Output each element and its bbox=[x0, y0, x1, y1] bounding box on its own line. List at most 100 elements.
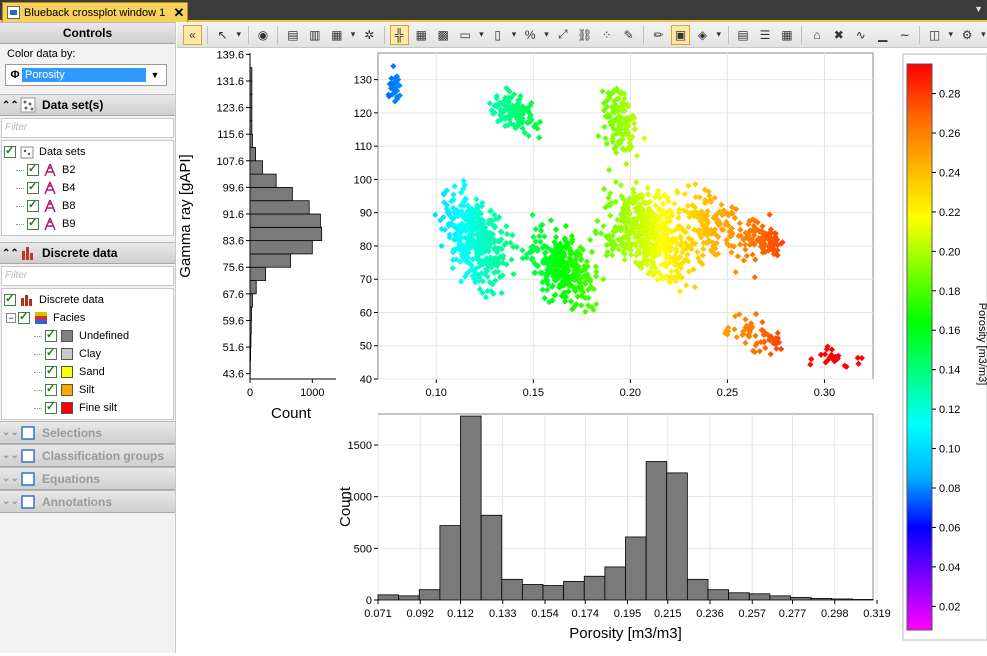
crossplot-canvas[interactable]: 0.100.150.200.250.3040506070809010011012… bbox=[177, 48, 987, 653]
expand-icon[interactable]: ⌄⌄ bbox=[2, 427, 16, 438]
facies-item-checkbox[interactable] bbox=[45, 348, 57, 360]
facies-item-label: Sand bbox=[79, 366, 105, 378]
border-icon[interactable]: ▯ bbox=[488, 25, 507, 45]
dropdown-icon[interactable]: ▾ bbox=[235, 25, 243, 45]
crossplot-y-tick-label: 60 bbox=[360, 307, 372, 319]
dataset-checkbox[interactable] bbox=[27, 218, 39, 230]
facies-item-silt[interactable]: Silt bbox=[2, 381, 173, 399]
section-header-annotations[interactable]: ⌄⌄ Annotations bbox=[0, 490, 175, 513]
export-icon[interactable]: ▦ bbox=[327, 25, 346, 45]
toolbar-separator bbox=[277, 26, 278, 44]
annotation-icon bbox=[20, 494, 36, 510]
facies-item-fine-silt[interactable]: Fine silt bbox=[2, 399, 173, 417]
dataset-checkbox[interactable] bbox=[27, 182, 39, 194]
facies-node[interactable]: − Facies bbox=[2, 309, 173, 327]
table-icon[interactable]: ▦ bbox=[777, 25, 796, 45]
datasets-filter-input[interactable]: Filter bbox=[1, 118, 174, 138]
gamma-ray-histogram-bar bbox=[250, 68, 252, 81]
discrete-data-checkbox[interactable] bbox=[4, 294, 16, 306]
facies-item-checkbox[interactable] bbox=[45, 384, 57, 396]
dropdown-icon[interactable]: ▾ bbox=[349, 25, 357, 45]
datasets-root[interactable]: Data sets bbox=[2, 143, 173, 161]
dropdown-icon[interactable]: ▾ bbox=[510, 25, 518, 45]
clip-icon[interactable]: ✎ bbox=[619, 25, 638, 45]
dataset-item-b4[interactable]: B4 bbox=[2, 179, 173, 197]
facies-checkbox[interactable] bbox=[18, 312, 30, 324]
facies-item-checkbox[interactable] bbox=[45, 366, 57, 378]
palette-icon[interactable]: ◈ bbox=[693, 25, 712, 45]
section-header-classification-groups[interactable]: ⌄⌄Classification groups bbox=[0, 444, 175, 467]
section-title: Annotations bbox=[42, 495, 112, 509]
percent-icon[interactable]: % bbox=[521, 25, 540, 45]
fit-icon[interactable]: ⤢ bbox=[553, 25, 572, 45]
dataset-checkbox[interactable] bbox=[27, 164, 39, 176]
dropdown-icon[interactable]: ▾ bbox=[715, 25, 723, 45]
pencil-icon[interactable]: ✏ bbox=[649, 25, 668, 45]
expand-icon[interactable]: ⌄⌄ bbox=[2, 473, 16, 484]
datasets-checkbox[interactable] bbox=[4, 146, 16, 158]
discrete-data-root[interactable]: Discrete data bbox=[2, 291, 173, 309]
gamma-ray-histogram-bar bbox=[250, 254, 291, 267]
facies-item-undefined[interactable]: Undefined bbox=[2, 327, 173, 345]
dataset-item-b9[interactable]: B9 bbox=[2, 215, 173, 233]
collapse-node-icon[interactable]: − bbox=[6, 313, 16, 323]
crossplot-tab[interactable]: Blueback crossplot window 1 ✕ bbox=[2, 2, 188, 22]
gamma-ray-histogram-bar bbox=[250, 174, 276, 187]
color-by-dropdown[interactable]: Φ Porosity ▼ bbox=[5, 64, 167, 86]
options-icon[interactable]: ⚙ bbox=[958, 25, 977, 45]
link-icon[interactable]: ⛓ bbox=[575, 25, 594, 45]
facies-item-clay[interactable]: Clay bbox=[2, 345, 173, 363]
collapse-icon[interactable]: ⌃⌃ bbox=[2, 248, 16, 259]
discrete-data-section-header[interactable]: ⌃⌃ Discrete data bbox=[0, 242, 175, 264]
dropdown-icon[interactable]: ▾ bbox=[478, 25, 486, 45]
chevron-down-icon[interactable]: ▼ bbox=[146, 70, 164, 80]
porosity-count-tick-label: 500 bbox=[354, 543, 372, 555]
list-icon[interactable]: ☰ bbox=[755, 25, 774, 45]
settings-icon[interactable]: ✲ bbox=[360, 25, 379, 45]
facies-item-checkbox[interactable] bbox=[45, 402, 57, 414]
dropdown-icon[interactable]: ▾ bbox=[543, 25, 551, 45]
datasets-root-label: Data sets bbox=[39, 146, 85, 158]
curve-icon[interactable]: ∼ bbox=[895, 25, 914, 45]
facies-color-swatch bbox=[61, 330, 73, 342]
datasets-section-header[interactable]: ⌃⌃ Data set(s) bbox=[0, 94, 175, 116]
grid-icon[interactable]: ▦ bbox=[412, 25, 431, 45]
gamma-ray-histogram-bar bbox=[250, 81, 252, 94]
layout-icon[interactable]: ▩ bbox=[434, 25, 453, 45]
gamma-ray-tick-label: 115.6 bbox=[217, 129, 244, 141]
section-header-selections[interactable]: ⌄⌄Selections bbox=[0, 421, 175, 444]
dropdown-icon[interactable]: ▾ bbox=[980, 25, 987, 45]
frame-icon[interactable]: ▭ bbox=[456, 25, 475, 45]
expand-icon[interactable]: ⌄⌄ bbox=[2, 450, 16, 461]
collapse-panel-icon[interactable]: « bbox=[183, 25, 202, 45]
dataset-item-b2[interactable]: B2 bbox=[2, 161, 173, 179]
crossplot-y-tick-label: 70 bbox=[360, 274, 372, 286]
remove-series-icon[interactable]: ✖ bbox=[829, 25, 848, 45]
dropdown-icon[interactable]: ▾ bbox=[947, 25, 955, 45]
pointer-icon[interactable]: ↖ bbox=[213, 25, 232, 45]
discrete-data-tree: Discrete data − Facies UndefinedClay Sand… bbox=[1, 288, 174, 420]
axis-cross-icon[interactable]: ╬ bbox=[390, 25, 409, 45]
tab-list-dropdown-icon[interactable]: ▼ bbox=[974, 4, 983, 14]
bar-plot-icon[interactable]: ▁ bbox=[873, 25, 892, 45]
facies-item-sand[interactable]: Sand bbox=[2, 363, 173, 381]
section-header-equations[interactable]: ⌄⌄Equations bbox=[0, 467, 175, 490]
copy-plot-icon[interactable]: ▤ bbox=[283, 25, 302, 45]
window-icon[interactable]: ◫ bbox=[925, 25, 944, 45]
porosity-histogram-bar bbox=[729, 593, 750, 600]
dataset-checkbox[interactable] bbox=[27, 200, 39, 212]
discrete-filter-input[interactable]: Filter bbox=[1, 266, 174, 286]
eye-icon[interactable]: ◉ bbox=[253, 25, 272, 45]
close-tab-icon[interactable]: ✕ bbox=[171, 5, 187, 21]
points-icon[interactable]: ⁘ bbox=[597, 25, 616, 45]
colorbar-tick-label: 0.04 bbox=[939, 562, 960, 574]
legend-icon[interactable]: ▤ bbox=[734, 25, 753, 45]
paste-plot-icon[interactable]: ▥ bbox=[305, 25, 324, 45]
color-by-icon[interactable]: ▣ bbox=[671, 25, 690, 45]
histogram-x-icon[interactable]: ⌂ bbox=[807, 25, 826, 45]
line-plot-icon[interactable]: ∿ bbox=[851, 25, 870, 45]
expand-icon[interactable]: ⌄⌄ bbox=[2, 496, 16, 507]
dataset-item-b8[interactable]: B8 bbox=[2, 197, 173, 215]
collapse-icon[interactable]: ⌃⌃ bbox=[2, 100, 16, 111]
facies-item-checkbox[interactable] bbox=[45, 330, 57, 342]
